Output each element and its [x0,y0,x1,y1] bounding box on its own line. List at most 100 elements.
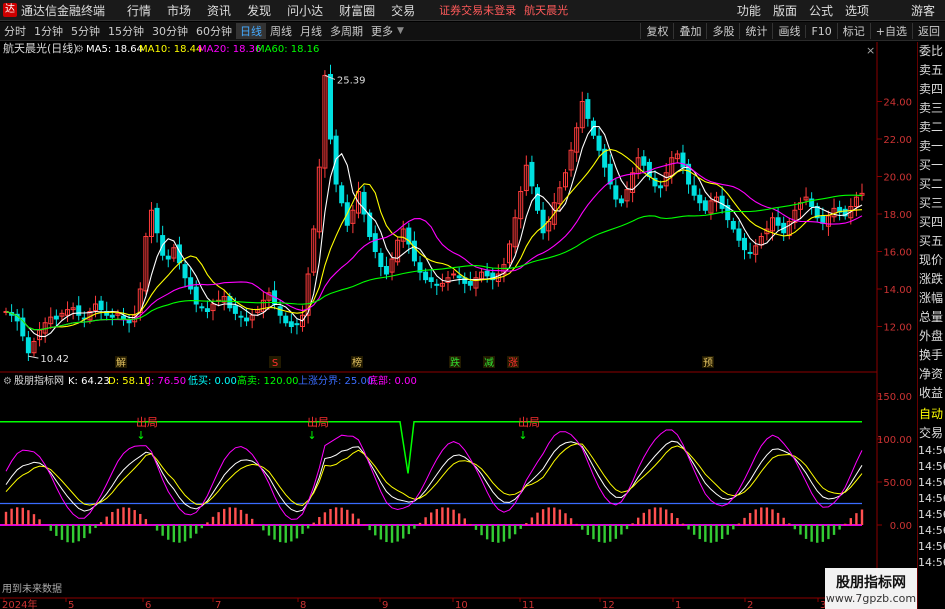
ind-histogram-bar [547,507,550,525]
more-dropdown-icon[interactable]: ▼ [397,26,404,36]
ind-histogram-bar [239,509,243,525]
ind-histogram-bar [497,525,500,543]
ind-k-label: K: 64.23 [68,376,110,387]
candle-body [182,264,188,279]
overlay-button[interactable]: 叠加 [673,23,706,39]
ind-histogram-bar [318,517,321,525]
ind-histogram-bar [564,513,567,525]
period-60min[interactable]: 60分钟 [192,23,236,39]
ind-histogram-bar [748,512,752,525]
event-marker-4: 减 [484,357,494,369]
menu-options[interactable]: 选项 [839,2,875,19]
ind-histogram-bar [94,525,97,528]
ind-histogram-bar [77,525,80,542]
price-tick-label: 22.00 [883,135,912,146]
exit-label-0: 出局 [136,415,158,429]
menu-bar: 达 通达信金融终端 行情 市场 资讯 发现 问小达 财富圈 交易 证券交易未登录… [0,0,945,21]
multi-stock-button[interactable]: 多股 [706,23,739,39]
candle-body [193,286,199,305]
x-tick-label: 11 [522,600,535,609]
back-button[interactable]: 返回 [912,23,945,39]
menu-market[interactable]: 市场 [159,2,199,19]
auto-label[interactable]: 自动 [918,405,945,424]
period-timeshare[interactable]: 分时 [0,23,30,39]
adjust-button[interactable]: 复权 [640,23,673,39]
quote-field-11: 现价 [919,253,944,267]
x-tick-label: 2024年 [2,598,37,609]
ind-histogram-bar [659,507,662,525]
ind-histogram-bar [793,525,797,530]
ind-histogram-bar [609,525,612,542]
menu-layout[interactable]: 版面 [767,2,803,19]
ind-histogram-bar [139,513,142,525]
menu-ask[interactable]: 问小达 [279,2,331,19]
ind-histogram-bar [452,509,455,525]
period-multi[interactable]: 多周期 [326,23,367,39]
candle-body [411,240,417,262]
x-tick-label: 7 [215,600,221,609]
candle-body [820,215,826,224]
event-marker-1: S [272,358,278,369]
f10-button[interactable]: F10 [805,24,836,38]
chart-close-icon[interactable]: × [866,44,875,57]
x-tick-label: 6 [145,600,151,609]
ind-histogram-bar [519,525,522,529]
guest-button[interactable]: 游客 [905,2,941,19]
candle-body [238,315,244,318]
draw-button[interactable]: 画线 [772,23,805,39]
period-15min[interactable]: 15分钟 [104,23,148,39]
kline-chart[interactable]: 航天晨光(日线) ⚙ MA5: 18.64 MA10: 18.44 MA20: … [0,42,917,609]
period-30min[interactable]: 30分钟 [148,23,192,39]
menu-wealth[interactable]: 财富圈 [331,2,383,19]
ind-histogram-bar [334,507,338,525]
candle-body [736,228,742,241]
ind-histogram-bar [457,513,461,525]
ind-histogram-bar [569,518,573,525]
login-warning[interactable]: 证券交易未登录 [439,2,516,18]
ind-histogram-bar [821,525,825,542]
ind-histogram-bar [222,508,226,525]
ind-histogram-bar [832,525,836,535]
menu-trade[interactable]: 交易 [383,2,423,19]
ind-histogram-bar [743,517,746,525]
ind-histogram-bar [586,525,590,535]
menu-news[interactable]: 资讯 [199,2,239,19]
period-1min[interactable]: 1分钟 [30,23,67,39]
menu-formula[interactable]: 公式 [803,2,839,19]
period-weekly[interactable]: 周线 [266,23,296,39]
ma60-label: MA60: 18.16 [256,44,319,55]
menu-function[interactable]: 功能 [731,2,767,19]
ind-histogram-bar [211,516,215,525]
add-favorite-button[interactable]: +自选 [869,23,912,39]
quote-field-12: 涨跌 [919,272,944,286]
menu-discover[interactable]: 发现 [239,2,279,19]
ind-histogram-bar [631,523,634,525]
indicator-settings-icon[interactable]: ⚙ [3,376,12,387]
candle-body [109,314,115,318]
ind-histogram-bar [597,525,601,542]
ind-histogram-bar [195,525,198,534]
menu-quotes[interactable]: 行情 [119,2,159,19]
x-tick-label: 12 [602,600,615,609]
period-daily[interactable]: 日线 [236,23,266,39]
stats-button[interactable]: 统计 [739,23,772,39]
ind-histogram-bar [368,525,371,531]
period-more[interactable]: 更多 [367,23,397,39]
ind-histogram-bar [558,509,562,525]
period-5min[interactable]: 5分钟 [67,23,104,39]
ind-histogram-bar [776,512,780,525]
ind-histogram-bar [553,507,556,525]
settings-icon[interactable]: ⚙ [75,44,84,55]
period-monthly[interactable]: 月线 [296,23,326,39]
ind-histogram-bar [83,525,86,539]
ind-histogram-bar [161,525,164,536]
ind-histogram-bar [575,523,578,525]
mark-button[interactable]: 标记 [836,23,870,39]
trade-label[interactable]: 交易 [918,424,945,443]
ind-histogram-bar [620,525,623,535]
ind-boundary-label: 上涨分界: 25.00 [298,375,373,387]
sell-arrow-icon: ↓ [136,429,145,442]
ind-histogram-bar [513,525,517,535]
candle-body [98,300,104,311]
quote-field-18: 收益 [919,386,944,400]
